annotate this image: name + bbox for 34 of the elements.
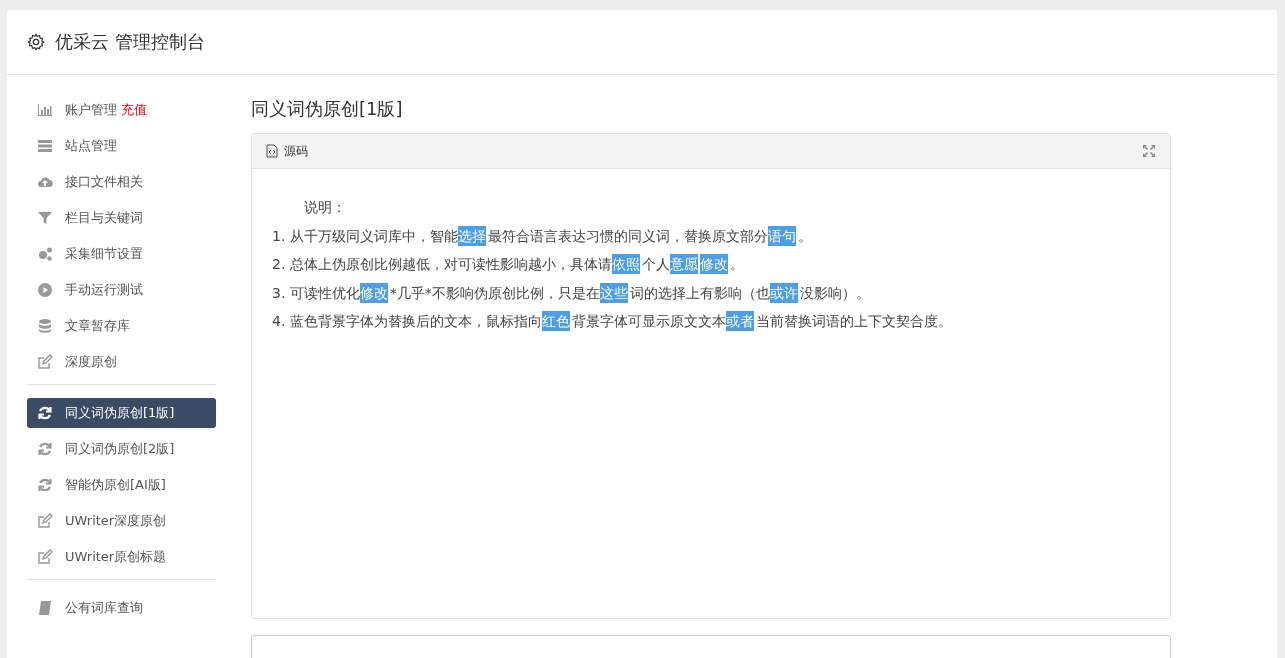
code-file-icon bbox=[266, 144, 278, 158]
edit-icon bbox=[37, 513, 53, 529]
filter-icon bbox=[37, 210, 53, 226]
sidebar-item[interactable]: 栏目与关键词 bbox=[27, 203, 216, 233]
expand-icon[interactable] bbox=[1142, 144, 1156, 158]
instructions-heading: 说明： bbox=[303, 198, 347, 217]
sidebar-item[interactable]: 公有词库查询 bbox=[27, 593, 216, 623]
sidebar-item[interactable]: 手动运行测试 bbox=[27, 275, 216, 305]
sidebar-item[interactable]: 同义词伪原创[1版] bbox=[27, 398, 216, 428]
sidebar-item[interactable]: 同义词伪原创[2版] bbox=[27, 434, 216, 464]
bar-chart-icon bbox=[37, 102, 53, 118]
refresh-icon bbox=[37, 441, 53, 457]
sidebar-item[interactable]: 站点管理 bbox=[27, 131, 216, 161]
source-tab[interactable]: 源码 bbox=[266, 142, 308, 160]
refresh-icon bbox=[37, 477, 53, 493]
settings-icon bbox=[27, 33, 45, 51]
sidebar-item[interactable]: 采集细节设置 bbox=[27, 239, 216, 269]
cloud-upload-icon bbox=[37, 174, 53, 190]
sidebar-item[interactable]: 文章暂存库 bbox=[27, 311, 216, 341]
sidebar-item[interactable]: 深度原创 bbox=[27, 347, 216, 377]
instruction-line: 4. 蓝色背景字体为替换后的文本，鼠标指向红色背景字体可显示原文文本或者 当前替换词语的上下文契合度。 bbox=[272, 310, 953, 333]
sidebar-item[interactable]: UWriter原创标题 bbox=[27, 542, 216, 572]
play-icon bbox=[37, 282, 53, 298]
edit-icon bbox=[37, 549, 53, 565]
server-icon bbox=[37, 138, 53, 154]
console-title: 优采云 管理控制台 bbox=[55, 30, 205, 54]
sidebar-item[interactable]: 智能伪原创[AI版] bbox=[27, 470, 216, 500]
edit-icon bbox=[37, 354, 53, 370]
sidebar-item[interactable]: 账户管理 充值 bbox=[27, 95, 216, 125]
database-icon bbox=[37, 318, 53, 334]
refresh-icon bbox=[37, 405, 53, 421]
sidebar-item[interactable]: UWriter深度原创 bbox=[27, 506, 216, 536]
sidebar-item[interactable]: 接口文件相关 bbox=[27, 167, 216, 197]
page-title: 同义词伪原创[1版] bbox=[251, 97, 404, 121]
